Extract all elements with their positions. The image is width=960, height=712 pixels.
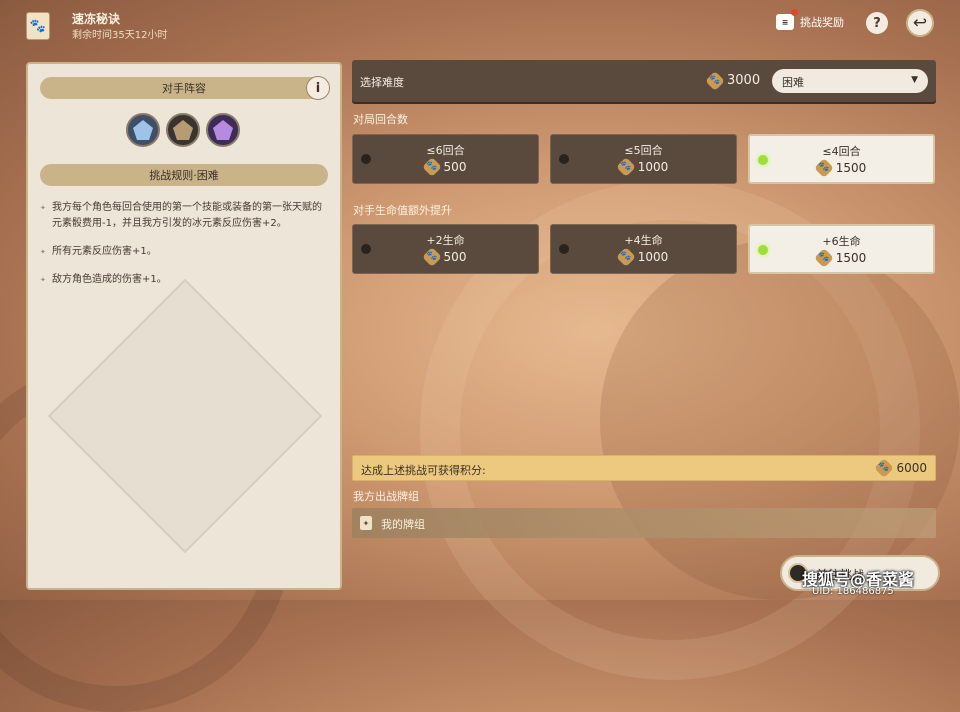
top-bar: 🐾 速冻秘诀 剩余时间35天12小时 ≡ 挑战奖励 ? ↩ xyxy=(0,0,960,50)
challenge-rewards-button[interactable]: ≡ 挑战奖励 xyxy=(776,9,844,30)
rule-item: 我方每个角色每回合使用的第一个技能或装备的第一张天赋的元素骰费用-1，并且我方引… xyxy=(40,200,328,232)
option-points: 🐾 500 xyxy=(353,157,538,177)
hp-option-4[interactable]: +4生命 🐾 1000 xyxy=(550,224,737,274)
total-points: 🐾 6000 xyxy=(874,458,927,478)
option-title: ≤5回合 xyxy=(624,144,663,157)
watermark-uid: UID: 186486875 xyxy=(812,586,894,597)
hp-option-2[interactable]: +2生命 🐾 500 xyxy=(352,224,539,274)
deck-name: 我的牌组 xyxy=(381,518,425,531)
info-button[interactable]: i xyxy=(306,76,330,100)
deck-selector[interactable]: ✦ 我的牌组 xyxy=(352,508,936,538)
option-points: 🐾 1000 xyxy=(551,157,736,177)
panel-decoration xyxy=(47,278,323,554)
rule-item: 所有元素反应伤害+1。 xyxy=(40,244,328,260)
option-points-value: 1500 xyxy=(835,161,867,175)
difficulty-score-value: 3000 xyxy=(727,73,761,88)
option-points: 🐾 1500 xyxy=(750,158,933,178)
opponent-lineup-header: 对手阵容 xyxy=(40,77,328,99)
paw-coin-icon: 🐾 xyxy=(421,157,442,177)
option-points: 🐾 1000 xyxy=(551,247,736,267)
total-points-bar: 达成上述挑战可获得积分: 🐾 6000 xyxy=(352,455,936,481)
opponent-avatars xyxy=(126,113,240,147)
option-points: 🐾 1500 xyxy=(750,248,933,268)
option-points-value: 500 xyxy=(443,160,467,174)
paw-card-icon: 🐾 xyxy=(26,12,50,40)
event-time-remaining: 剩余时间35天12小时 xyxy=(72,30,168,41)
notification-dot xyxy=(791,9,798,16)
difficulty-score: 🐾 3000 xyxy=(705,70,761,91)
deck-card-icon: ✦ xyxy=(360,516,372,530)
total-points-value: 6000 xyxy=(896,461,927,475)
hp-option-6[interactable]: +6生命 🐾 1500 xyxy=(748,224,935,274)
option-title: +6生命 xyxy=(822,235,861,248)
option-points: 🐾 500 xyxy=(353,247,538,267)
hp-section-label: 对手生命值额外提升 xyxy=(353,204,452,217)
paw-coin-icon: 🐾 xyxy=(705,70,725,91)
paw-coin-icon: 🐾 xyxy=(813,248,834,268)
opponent-avatar[interactable] xyxy=(206,113,240,147)
option-title: +2生命 xyxy=(426,234,465,247)
opponent-avatar[interactable] xyxy=(126,113,160,147)
option-title: ≤6回合 xyxy=(426,144,465,157)
rounds-option-5[interactable]: ≤5回合 🐾 1000 xyxy=(550,134,737,184)
paw-coin-icon: 🐾 xyxy=(813,158,834,178)
paw-coin-icon: 🐾 xyxy=(615,247,636,267)
challenge-rules-title: 挑战规则·困难 xyxy=(149,169,219,182)
rule-item: 敌方角色造成的伤害+1。 xyxy=(40,272,328,288)
event-title: 速冻秘诀 xyxy=(72,12,121,26)
back-button[interactable]: ↩ xyxy=(906,9,934,37)
opponent-avatar[interactable] xyxy=(166,113,200,147)
option-title: ≤4回合 xyxy=(822,145,861,158)
difficulty-selected-value: 困难 xyxy=(782,76,804,89)
back-arrow-icon: ↩ xyxy=(912,13,928,33)
rounds-section-label: 对局回合数 xyxy=(353,113,408,126)
option-title: +4生命 xyxy=(624,234,663,247)
help-button[interactable]: ? xyxy=(866,12,888,34)
challenge-rewards-label: 挑战奖励 xyxy=(800,16,844,29)
option-points-value: 1000 xyxy=(637,250,669,264)
difficulty-label: 选择难度 xyxy=(360,76,404,89)
rewards-icon: ≡ xyxy=(776,9,798,30)
option-points-value: 1000 xyxy=(637,160,669,174)
challenge-rules-header: 挑战规则·困难 xyxy=(40,164,328,186)
paw-coin-icon: 🐾 xyxy=(874,458,895,478)
option-points-value: 500 xyxy=(443,250,467,264)
paw-coin-icon: 🐾 xyxy=(421,247,442,267)
chevron-down-icon: ▼ xyxy=(911,75,918,85)
option-points-value: 1500 xyxy=(835,251,867,265)
total-points-label: 达成上述挑战可获得积分: xyxy=(361,464,486,477)
rounds-option-4[interactable]: ≤4回合 🐾 1500 xyxy=(748,134,935,184)
rules-list: 我方每个角色每回合使用的第一个技能或装备的第一张天赋的元素骰费用-1，并且我方引… xyxy=(40,200,328,300)
difficulty-row: 选择难度 🐾 3000 困难 ▼ xyxy=(352,60,936,102)
deck-section-label: 我方出战牌组 xyxy=(353,490,419,503)
rounds-option-6[interactable]: ≤6回合 🐾 500 xyxy=(352,134,539,184)
challenge-info-panel: 对手阵容 i 挑战规则·困难 我方每个角色每回合使用的第一个技能或装备的第一张天… xyxy=(26,62,342,590)
opponent-lineup-title: 对手阵容 xyxy=(162,82,206,95)
difficulty-select[interactable]: 困难 ▼ xyxy=(772,69,928,93)
paw-coin-icon: 🐾 xyxy=(615,157,636,177)
